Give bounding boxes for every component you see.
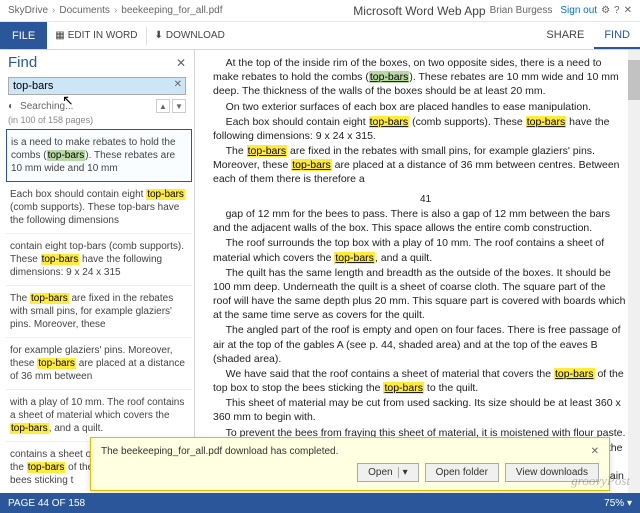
help-icon[interactable]: ? [614,5,620,16]
zoom-level[interactable]: 75% ▾ [604,498,632,509]
search-progress: (in 100 of 158 pages) [0,115,194,129]
prev-result-button[interactable]: ▲ [156,99,170,113]
open-button[interactable]: Open▾ [357,463,419,482]
download-notification: The beekeeping_for_all.pdf download has … [90,437,610,491]
doc-paragraph: The quilt has the same length and breadt… [213,266,626,323]
document-view[interactable]: At the top of the inside rim of the boxe… [195,50,640,490]
highlight: top-bars [383,382,424,394]
page-number: 41 [213,193,626,207]
search-result[interactable]: The top-bars are fixed in the rebates wi… [6,286,192,338]
spinner-icon: ◐ [8,101,14,112]
open-folder-button[interactable]: Open folder [425,463,499,482]
close-icon[interactable]: ✕ [591,446,599,457]
search-result[interactable]: for example glaziers' pins. Moreover, th… [6,338,192,390]
clear-icon[interactable]: ✕ [174,79,182,90]
user-name: Brian Burgess [490,5,553,16]
file-tab[interactable]: FILE [0,22,47,49]
doc-paragraph: gap of 12 mm for the bees to pass. There… [213,207,626,235]
download-icon: ⬇ [155,30,163,41]
doc-paragraph: The top-bars are fixed in the rebates wi… [213,144,626,187]
close-icon[interactable]: ✕ [176,56,186,70]
search-result[interactable]: is a need to make rebates to hold the co… [6,129,192,182]
sign-out-link[interactable]: Sign out [560,5,597,16]
word-icon: ▦ [55,30,64,41]
doc-paragraph: This sheet of material may be cut from u… [213,396,626,424]
scrollbar-thumb[interactable] [628,60,640,100]
main-area: Find ✕ ✕ ◐ Searching... ▲ ▼ (in 100 of 1… [0,50,640,490]
next-result-button[interactable]: ▼ [172,99,186,113]
highlight: top-bars [247,145,288,157]
breadcrumb: SkyDrive › Documents › beekeeping_for_al… [8,5,349,16]
share-tab[interactable]: SHARE [536,23,594,49]
highlight: top-bars [334,252,375,264]
doc-paragraph: At the top of the inside rim of the boxe… [213,56,626,99]
highlight: top-bars [369,116,410,128]
settings-icon[interactable]: ⚙ [601,5,610,16]
chevron-right-icon: › [52,5,55,16]
find-tab[interactable]: FIND [594,23,640,49]
highlight: top-bars [30,293,69,304]
chevron-right-icon: › [114,5,117,16]
status-bar: PAGE 44 OF 158 75% ▾ [0,493,640,513]
search-input[interactable] [8,77,186,95]
doc-paragraph: The angled part of the roof is empty and… [213,323,626,366]
highlight: top-bars [10,423,49,434]
highlight: top-bars [526,116,567,128]
doc-paragraph: We have said that the roof contains a sh… [213,367,626,395]
highlight: top-bars [37,358,76,369]
title-bar: SkyDrive › Documents › beekeeping_for_al… [0,0,640,22]
edit-in-word-button[interactable]: ▦EDIT IN WORD [47,22,145,49]
find-panel-title: Find [8,54,37,71]
chevron-down-icon: ▾ [398,467,408,478]
breadcrumb-folder[interactable]: Documents [59,5,110,16]
download-button[interactable]: ⬇DOWNLOAD [147,22,233,49]
find-panel: Find ✕ ✕ ◐ Searching... ▲ ▼ (in 100 of 1… [0,50,195,490]
search-status: Searching... [20,101,73,112]
highlight: top-bars [146,189,185,200]
search-result[interactable]: Each box should contain eight top-bars (… [6,182,192,234]
highlight: top-bars [27,462,66,473]
scrollbar-track[interactable] [628,50,640,493]
doc-paragraph: Each box should contain eight top-bars (… [213,115,626,143]
app-title: Microsoft Word Web App [353,4,485,18]
page-indicator[interactable]: PAGE 44 OF 158 [8,498,85,509]
highlight: top-bars [554,368,595,380]
breadcrumb-root[interactable]: SkyDrive [8,5,48,16]
doc-paragraph: On two exterior surfaces of each box are… [213,100,626,114]
breadcrumb-file[interactable]: beekeeping_for_all.pdf [121,5,222,16]
close-icon[interactable]: ✕ [624,5,632,16]
highlight: top-bars [41,254,80,265]
highlight: top-bars [291,159,332,171]
ribbon: FILE ▦EDIT IN WORD ⬇DOWNLOAD SHARE FIND [0,22,640,50]
search-result[interactable]: contain eight top-bars (comb supports). … [6,234,192,286]
watermark: groovyPost [571,473,630,489]
doc-paragraph: The roof surrounds the top box with a pl… [213,236,626,264]
notification-message: The beekeeping_for_all.pdf download has … [101,446,338,457]
highlight-current: top-bars [369,71,410,83]
search-result[interactable]: with a play of 10 mm. The roof contains … [6,390,192,442]
results-list[interactable]: is a need to make rebates to hold the co… [0,129,194,490]
highlight: top-bars [47,150,86,161]
